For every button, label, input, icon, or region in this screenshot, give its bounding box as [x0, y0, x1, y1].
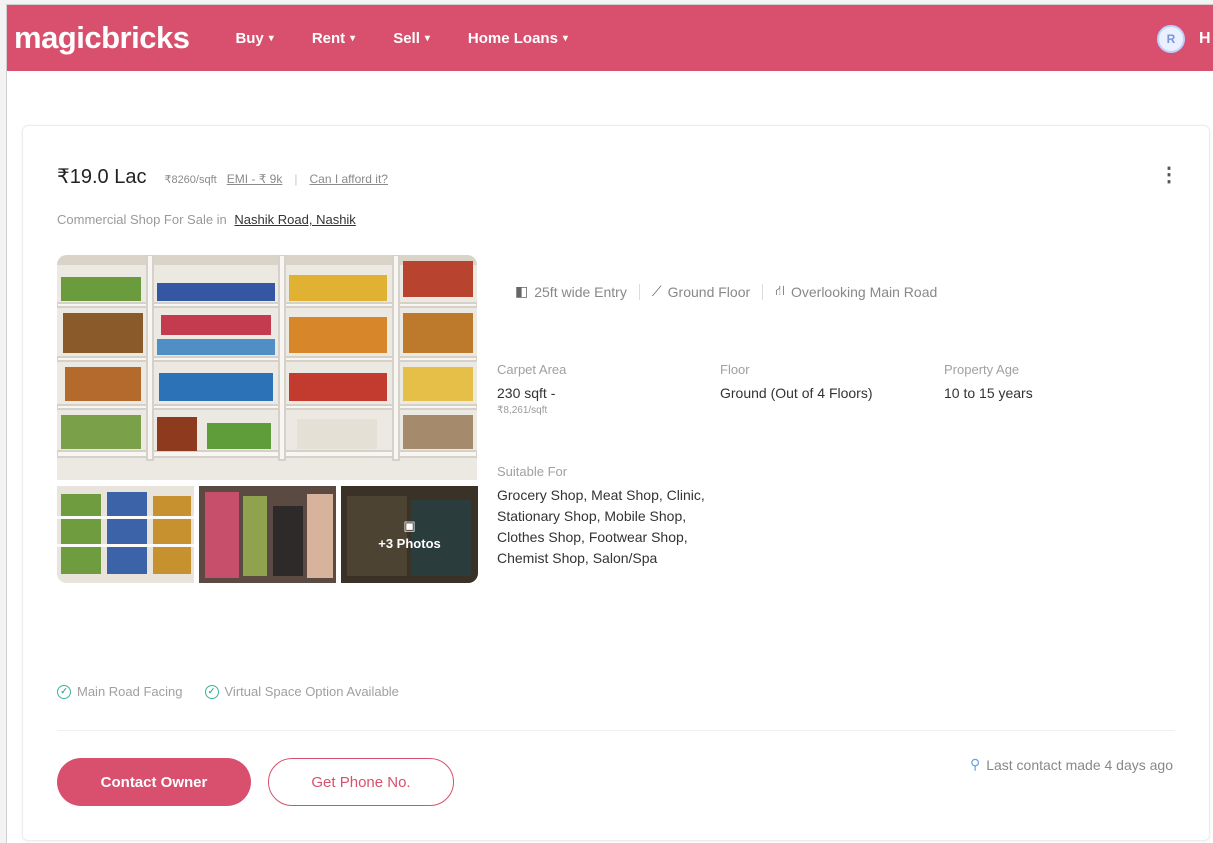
- spec-floor: Floor Ground (Out of 4 Floors): [720, 362, 890, 403]
- divider: [638, 283, 640, 300]
- afford-link[interactable]: Can I afford it?: [309, 172, 388, 186]
- user-name-initial[interactable]: H: [1199, 30, 1211, 48]
- main-photo[interactable]: [57, 255, 477, 480]
- spec-label: Property Age: [944, 362, 1020, 377]
- spec-label: Carpet Area: [497, 362, 567, 377]
- nav-buy[interactable]: Buy ▾: [235, 30, 273, 47]
- spec-subvalue: ₹8,261/sqft: [497, 405, 548, 416]
- property-card[interactable]: ₹19.0 Lac ₹8260/sqft EMI - ₹ 9k | Can I …: [22, 125, 1210, 841]
- feature-label: Main Road Facing: [77, 684, 183, 699]
- road-icon: ⛙: [775, 282, 785, 298]
- photo-thumbnail[interactable]: [57, 486, 194, 583]
- stairs-icon: ⟋: [651, 283, 662, 299]
- highlight-label: Ground Floor: [667, 283, 751, 300]
- highlight-label: Overlooking Main Road: [790, 283, 938, 300]
- feature-label: Virtual Space Option Available: [224, 684, 399, 699]
- last-contact-info: ⚲ Last contact made 4 days ago: [970, 756, 1173, 773]
- user-avatar[interactable]: R: [1157, 25, 1185, 53]
- nav-home-loans[interactable]: Home Loans ▾: [468, 30, 568, 47]
- price: ₹19.0 Lac: [57, 166, 147, 188]
- location-link[interactable]: Nashik Road, Nashik: [234, 212, 355, 227]
- spec-value: 10 to 15 years: [944, 385, 1033, 401]
- emi-link[interactable]: EMI - ₹ 9k: [227, 172, 283, 186]
- shop-shelves-image: [57, 255, 477, 480]
- magicbricks-logo[interactable]: magicbricks: [14, 20, 190, 56]
- last-contact-text: Last contact made 4 days ago: [986, 756, 1173, 773]
- highlight-floor: ⟋ Ground Floor: [652, 283, 750, 300]
- spec-property-age: Property Age 10 to 15 years: [944, 362, 1144, 403]
- listing-subtitle: Commercial Shop For Sale in Nashik Road,…: [57, 212, 356, 227]
- divider: [762, 283, 764, 300]
- feature-item: ✓ Main Road Facing: [57, 684, 183, 699]
- nav-sell-label: Sell: [393, 29, 420, 47]
- contact-owner-button[interactable]: Contact Owner: [57, 758, 251, 806]
- price-per-sqft: ₹8260/sqft: [164, 174, 217, 186]
- chevron-down-icon: ▾: [424, 32, 430, 44]
- card-divider: [57, 730, 1175, 731]
- main-nav: Buy ▾ Rent ▾ Sell ▾ Home Loans ▾: [235, 30, 568, 47]
- photo-thumbnail[interactable]: [199, 486, 336, 583]
- spec-suitable-for: Suitable For Grocery Shop, Meat Shop, Cl…: [497, 464, 707, 569]
- nav-rent[interactable]: Rent ▾: [312, 30, 355, 47]
- spec-value: Grocery Shop, Meat Shop, Clinic, Station…: [497, 487, 705, 566]
- top-navbar: magicbricks Buy ▾ Rent ▾ Sell ▾ Home Loa…: [7, 5, 1213, 71]
- spec-value: Ground (Out of 4 Floors): [720, 385, 873, 401]
- thumbnail-image: [57, 486, 194, 583]
- separator: |: [294, 172, 298, 186]
- chevron-down-icon: ▾: [268, 32, 274, 44]
- door-icon: ◧: [515, 283, 529, 299]
- person-icon: ⚲: [969, 756, 981, 772]
- more-photos-overlay: ▣ +3 Photos: [341, 486, 478, 583]
- check-circle-icon: ✓: [57, 684, 71, 699]
- spec-value: 230 sqft -: [497, 385, 556, 401]
- get-phone-button[interactable]: Get Phone No.: [268, 758, 454, 806]
- spec-carpet-area: Carpet Area 230 sqft - ₹8,261/sqft: [497, 362, 697, 416]
- more-photos-thumbnail[interactable]: ▣ +3 Photos: [341, 486, 478, 583]
- more-options-icon[interactable]: ⋮: [1159, 162, 1179, 187]
- nav-rent-label: Rent: [311, 29, 346, 47]
- check-circle-icon: ✓: [204, 684, 219, 699]
- more-photos-label: +3 Photos: [378, 536, 441, 551]
- spec-label: Floor: [720, 362, 750, 377]
- feature-item: ✓ Virtual Space Option Available: [204, 684, 399, 699]
- chevron-down-icon: ▾: [562, 32, 568, 44]
- highlight-road: ⛙ Overlooking Main Road: [775, 282, 937, 301]
- nav-buy-label: Buy: [235, 29, 264, 47]
- nav-home-loans-label: Home Loans: [467, 29, 558, 47]
- nav-sell[interactable]: Sell ▾: [393, 30, 430, 47]
- chevron-down-icon: ▾: [350, 32, 356, 44]
- highlights-row: ◧ 25ft wide Entry ⟋ Ground Floor ⛙ Overl…: [515, 282, 937, 301]
- thumbnail-image: [199, 486, 336, 583]
- page-frame: magicbricks Buy ▾ Rent ▾ Sell ▾ Home Loa…: [6, 4, 1213, 843]
- price-line: ₹19.0 Lac ₹8260/sqft EMI - ₹ 9k | Can I …: [57, 164, 388, 189]
- highlight-entry: ◧ 25ft wide Entry: [515, 283, 627, 300]
- highlight-label: 25ft wide Entry: [534, 283, 627, 300]
- spec-label: Suitable For: [497, 464, 568, 479]
- subtitle-text: Commercial Shop For Sale in: [57, 212, 227, 227]
- gallery-icon: ▣: [403, 518, 416, 533]
- features-row: ✓ Main Road Facing ✓ Virtual Space Optio…: [57, 684, 399, 699]
